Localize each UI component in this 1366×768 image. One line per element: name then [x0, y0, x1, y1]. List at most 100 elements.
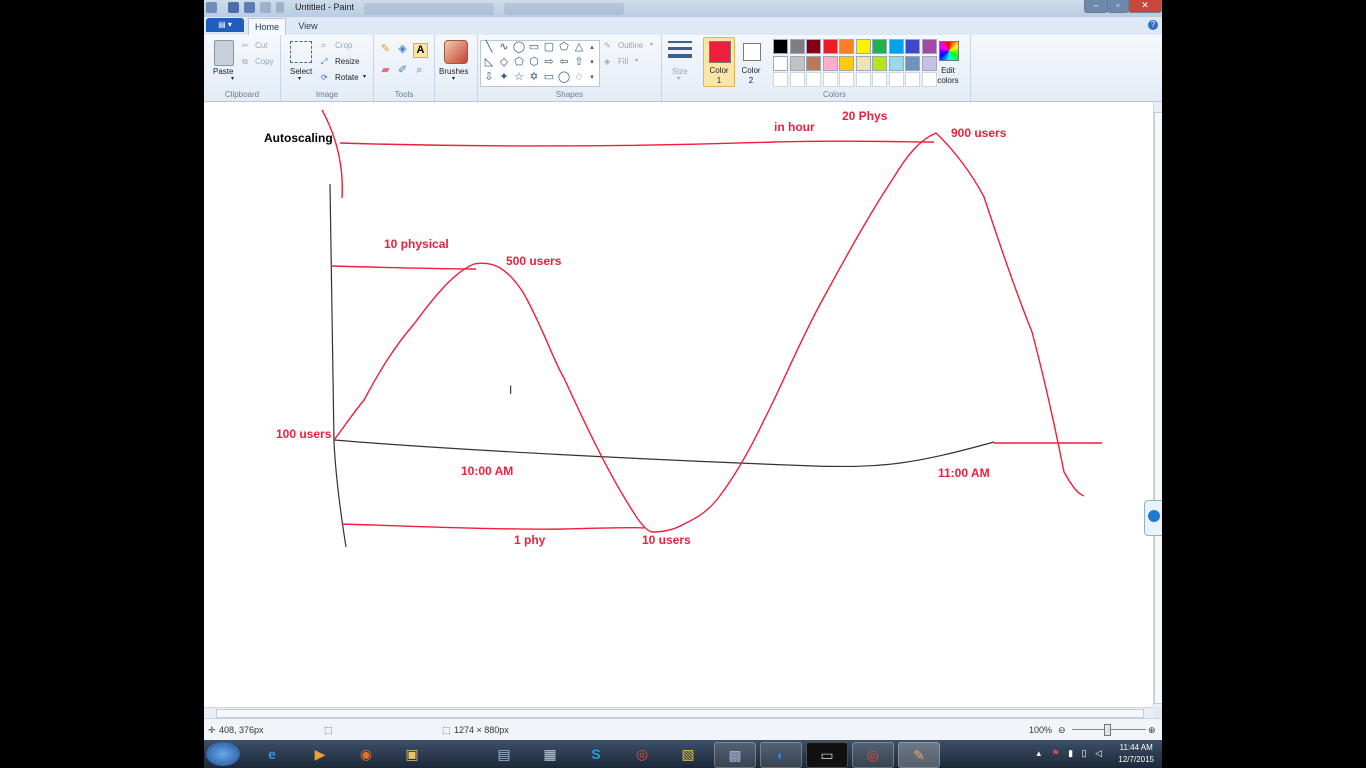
- rotate-dropdown-icon[interactable]: ▾: [363, 73, 366, 80]
- palette-swatch[interactable]: [773, 55, 788, 71]
- brushes-icon[interactable]: [444, 40, 468, 64]
- shapes-scroll-down-icon[interactable]: ▾: [587, 56, 597, 69]
- rectangle-shape-icon[interactable]: ▭: [527, 41, 541, 54]
- skype-icon[interactable]: S: [576, 742, 616, 766]
- hexagon-shape-icon[interactable]: ⬡: [527, 56, 541, 69]
- vertical-scrollbar[interactable]: [1153, 102, 1162, 707]
- horizontal-scroll-thumb[interactable]: [216, 709, 1144, 718]
- callout-rect-shape-icon[interactable]: ▭: [542, 71, 556, 84]
- oval-shape-icon[interactable]: ◯: [512, 41, 526, 54]
- zoom-slider-thumb[interactable]: [1104, 724, 1111, 736]
- action-center-icon[interactable]: ⚑: [1052, 748, 1060, 758]
- paste-icon[interactable]: [214, 40, 234, 66]
- clock[interactable]: 11:44 AM 12/7/2015: [1118, 742, 1154, 766]
- palette-swatch[interactable]: [905, 39, 920, 54]
- diamond-shape-icon[interactable]: ◇: [497, 56, 511, 69]
- fill-icon[interactable]: ◈: [396, 43, 409, 56]
- palette-swatch[interactable]: [822, 72, 838, 87]
- rotate-button[interactable]: Rotate: [335, 73, 359, 82]
- cut-button[interactable]: Cut: [255, 41, 267, 50]
- down-arrow-shape-icon[interactable]: ⇩: [482, 71, 496, 84]
- command-prompt-icon[interactable]: ▭: [806, 742, 848, 768]
- tab-view[interactable]: View: [290, 18, 326, 34]
- palette-swatch[interactable]: [872, 55, 887, 71]
- palette-swatch[interactable]: [888, 39, 904, 54]
- outline-button[interactable]: Outline: [618, 41, 643, 50]
- right-arrow-shape-icon[interactable]: ⇨: [542, 56, 556, 69]
- shapes-scroll-up-icon[interactable]: ▴: [587, 41, 597, 54]
- teamviewer-side-tab[interactable]: [1144, 500, 1162, 536]
- app-icon[interactable]: [206, 2, 217, 13]
- palette-swatch[interactable]: [822, 39, 838, 54]
- color-picker-icon[interactable]: ✐: [396, 64, 409, 77]
- notes-icon[interactable]: ▤: [484, 742, 524, 766]
- show-hidden-icons[interactable]: ▴: [1037, 748, 1042, 758]
- fill-dropdown-icon[interactable]: ▾: [635, 57, 638, 64]
- palette-swatch[interactable]: [839, 39, 854, 54]
- palette-swatch[interactable]: [806, 72, 821, 87]
- select-button[interactable]: Select: [290, 67, 312, 76]
- palette-swatch[interactable]: [855, 55, 871, 71]
- line-shape-icon[interactable]: ╲: [482, 41, 496, 54]
- palette-swatch[interactable]: [773, 39, 788, 54]
- resize-button[interactable]: Resize: [335, 57, 359, 66]
- callout-oval-shape-icon[interactable]: ◯: [557, 71, 571, 84]
- internet-explorer-icon[interactable]: e: [252, 742, 292, 766]
- palette-swatch[interactable]: [905, 55, 920, 71]
- palette-swatch[interactable]: [806, 55, 821, 71]
- copy-button[interactable]: Copy: [255, 57, 274, 66]
- firefox-icon[interactable]: ◉: [346, 742, 386, 766]
- zoom-in-button[interactable]: ⊕: [1148, 725, 1156, 736]
- palette-swatch[interactable]: [839, 55, 854, 71]
- palette-swatch[interactable]: [921, 39, 937, 54]
- undo-icon[interactable]: [244, 2, 255, 13]
- palette-swatch[interactable]: [855, 72, 871, 87]
- pencil-icon[interactable]: ✎: [379, 43, 392, 56]
- palette-swatch[interactable]: [855, 39, 871, 54]
- fill-button[interactable]: Fill: [618, 57, 628, 66]
- polygon-shape-icon[interactable]: ⬠: [557, 41, 571, 54]
- vertical-scroll-thumb[interactable]: [1154, 112, 1162, 704]
- palette-swatch[interactable]: [888, 72, 904, 87]
- minimize-button[interactable]: –: [1084, 0, 1108, 13]
- file-menu-button[interactable]: ▤ ▾: [206, 18, 244, 32]
- drawing-canvas[interactable]: Autoscaling in hour 20 Phys 900 users 10…: [204, 102, 1154, 707]
- five-point-star-shape-icon[interactable]: ☆: [512, 71, 526, 84]
- select-icon[interactable]: [290, 41, 312, 63]
- start-button[interactable]: [206, 742, 240, 766]
- callout-cloud-shape-icon[interactable]: ◌: [572, 71, 586, 84]
- network-tray-icon[interactable]: ▮: [1068, 748, 1073, 758]
- horizontal-scrollbar[interactable]: [204, 707, 1154, 718]
- outline-dropdown-icon[interactable]: ▾: [650, 41, 653, 48]
- rounded-rect-shape-icon[interactable]: ▢: [542, 41, 556, 54]
- select-dropdown-icon[interactable]: ▾: [298, 75, 301, 82]
- palette-swatch[interactable]: [789, 72, 805, 87]
- palette-swatch[interactable]: [905, 72, 920, 87]
- network-icon[interactable]: ▩: [714, 742, 756, 768]
- right-triangle-shape-icon[interactable]: ◺: [482, 56, 496, 69]
- close-button[interactable]: ✕: [1128, 0, 1162, 13]
- edit-colors-button[interactable]: Edit colors: [933, 66, 963, 86]
- palette-swatch[interactable]: [872, 72, 887, 87]
- palette-swatch[interactable]: [789, 55, 805, 71]
- save-icon[interactable]: [228, 2, 239, 13]
- chrome-window-icon[interactable]: ◎: [852, 742, 894, 768]
- teamviewer-taskbar-icon[interactable]: ◐: [760, 742, 802, 768]
- curve-shape-icon[interactable]: ∿: [497, 41, 511, 54]
- brushes-dropdown-icon[interactable]: ▾: [452, 75, 455, 82]
- customize-qat-icon[interactable]: [276, 2, 284, 13]
- edit-colors-icon[interactable]: [939, 41, 959, 61]
- media-player-icon[interactable]: ▶: [300, 742, 340, 766]
- color2-swatch[interactable]: [743, 43, 761, 61]
- shapes-more-icon[interactable]: ▾: [587, 71, 597, 84]
- up-arrow-shape-icon[interactable]: ⇧: [572, 56, 586, 69]
- help-icon[interactable]: ?: [1148, 20, 1158, 30]
- palette-swatch[interactable]: [872, 39, 887, 54]
- triangle-shape-icon[interactable]: △: [572, 41, 586, 54]
- crop-button[interactable]: Crop: [335, 41, 352, 50]
- palette-swatch[interactable]: [839, 72, 854, 87]
- text-icon[interactable]: A: [413, 43, 428, 58]
- size-icon[interactable]: [668, 41, 692, 43]
- six-point-star-shape-icon[interactable]: ✡: [527, 71, 541, 84]
- palette-swatch[interactable]: [806, 39, 821, 54]
